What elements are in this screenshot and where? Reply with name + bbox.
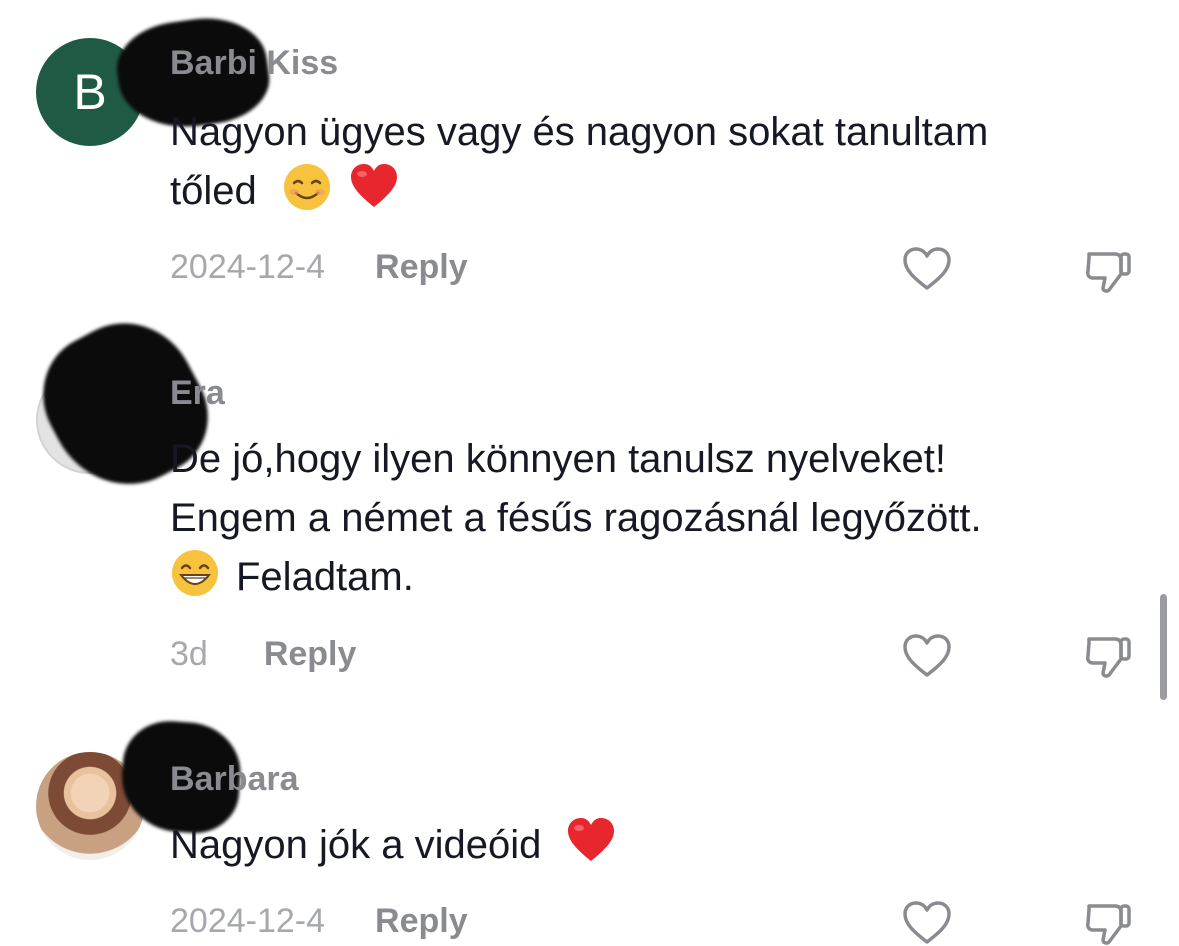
comment-username[interactable]: Barbara xyxy=(170,760,299,799)
comment-meta: 2024-12-4 Reply xyxy=(170,902,468,941)
reply-button[interactable]: Reply xyxy=(264,635,357,674)
reply-button[interactable]: Reply xyxy=(375,248,468,287)
comment-item: Barbara Nagyon jók a videóid 2024-12-4 R… xyxy=(0,690,1179,946)
comment-text-line: Nagyon jók a videóid xyxy=(170,816,1160,875)
comment-text-line: Feladtam. xyxy=(170,548,1160,607)
like-heart-icon[interactable] xyxy=(902,633,952,679)
smiling-face-icon xyxy=(283,164,330,210)
comment-text-line: tőled xyxy=(170,162,1160,221)
dislike-icon[interactable] xyxy=(1083,246,1135,296)
comment-text: De jó,hogy ilyen könnyen tanulsz nyelvek… xyxy=(170,430,1160,607)
comment-meta: 3d Reply xyxy=(170,635,356,674)
comment-date: 3d xyxy=(170,635,208,673)
comment-username[interactable]: Era xyxy=(170,374,225,413)
comment-meta: 2024-12-4 Reply xyxy=(170,248,468,287)
comment-text-line: Engem a német a fésűs ragozásnál legyőzö… xyxy=(170,496,982,540)
red-heart-icon xyxy=(568,818,615,861)
comment-text-line: Nagyon ügyes vagy és nagyon sokat tanult… xyxy=(170,110,989,154)
like-heart-icon[interactable] xyxy=(902,900,952,946)
reply-button[interactable]: Reply xyxy=(375,902,468,941)
comment-username[interactable]: Barbi Kiss xyxy=(170,44,338,83)
comment-text-fragment: Feladtam. xyxy=(236,555,414,599)
grinning-face-icon xyxy=(172,550,218,596)
comment-text: Nagyon jók a videóid xyxy=(170,816,1160,875)
comment-text-fragment: tőled xyxy=(170,169,257,213)
comment-item: B Barbi Kiss Nagyon ügyes vagy és nagyon… xyxy=(0,0,1179,300)
comment-date: 2024-12-4 xyxy=(170,902,326,940)
avatar-letter: B xyxy=(73,64,107,120)
comment-item: Era De jó,hogy ilyen könnyen tanulsz nye… xyxy=(0,299,1179,690)
comment-text-fragment: Nagyon jók a videóid xyxy=(170,823,542,867)
comment-date: 2024-12-4 xyxy=(170,248,326,286)
red-heart-icon xyxy=(351,164,397,207)
dislike-icon[interactable] xyxy=(1083,898,1135,946)
scrollbar[interactable] xyxy=(1160,594,1167,700)
like-heart-icon[interactable] xyxy=(902,246,952,292)
comment-text: Nagyon ügyes vagy és nagyon sokat tanult… xyxy=(170,103,1160,221)
dislike-icon[interactable] xyxy=(1083,631,1135,681)
comment-text-line: De jó,hogy ilyen könnyen tanulsz nyelvek… xyxy=(170,437,947,481)
